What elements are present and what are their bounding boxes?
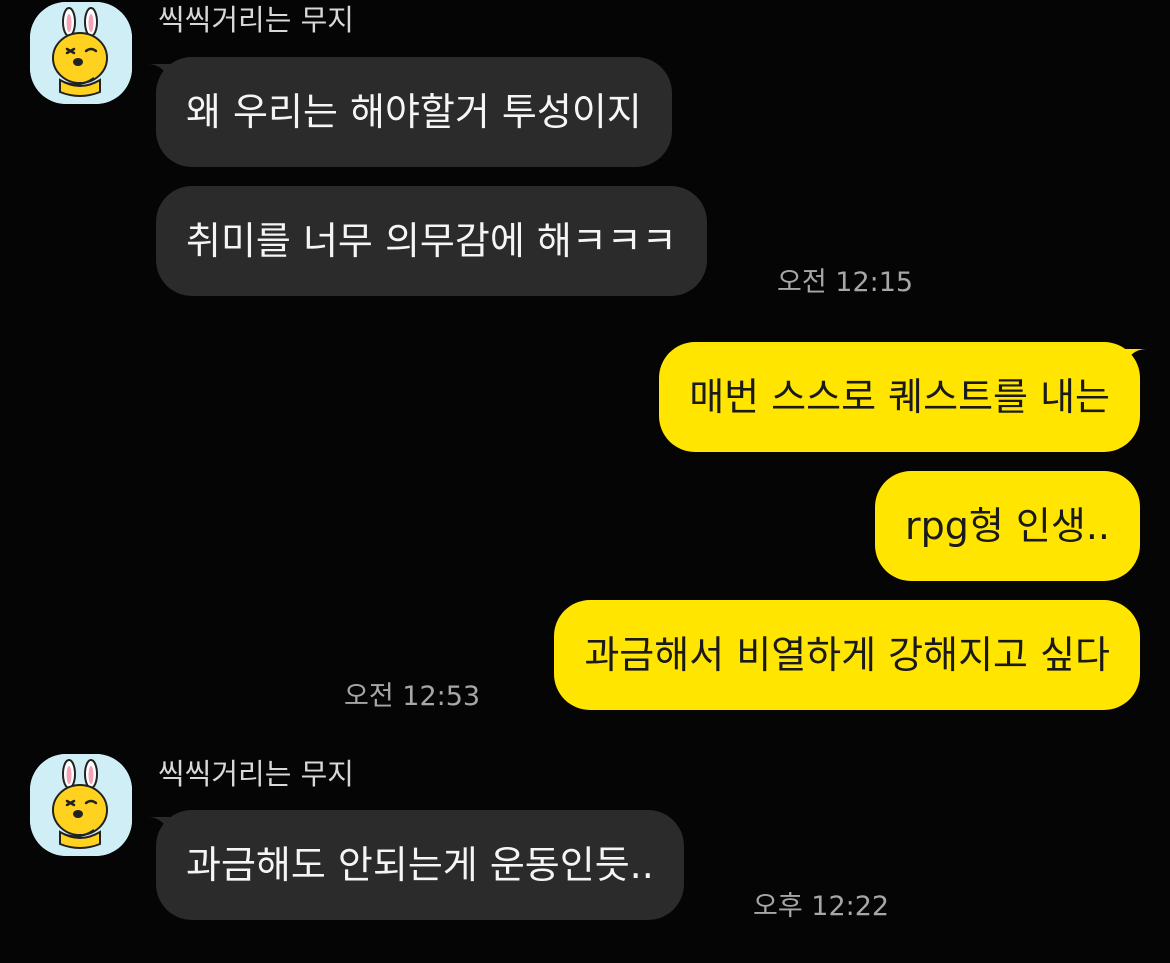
muzi-character-icon bbox=[30, 754, 132, 856]
message-bubble-incoming[interactable]: 과금해도 안되는게 운동인듯.. bbox=[156, 810, 684, 920]
message-timestamp: 오전 12:53 bbox=[344, 681, 481, 712]
sender-name: 씩씩거리는 무지 bbox=[158, 757, 354, 791]
sender-avatar[interactable] bbox=[30, 2, 132, 104]
message-bubble-incoming[interactable]: 취미를 너무 의무감에 해ㅋㅋㅋ bbox=[156, 186, 707, 296]
message-bubble-incoming[interactable]: 왜 우리는 해야할거 투성이지 bbox=[156, 57, 672, 167]
muzi-character-icon bbox=[30, 2, 132, 104]
message-bubble-outgoing[interactable]: 과금해서 비열하게 강해지고 싶다 bbox=[554, 600, 1140, 710]
sender-avatar[interactable] bbox=[30, 754, 132, 856]
message-timestamp: 오전 12:15 bbox=[777, 267, 914, 298]
sender-name: 씩씩거리는 무지 bbox=[158, 3, 354, 37]
message-timestamp: 오후 12:22 bbox=[753, 891, 890, 922]
message-bubble-outgoing[interactable]: 매번 스스로 퀘스트를 내는 bbox=[659, 342, 1140, 452]
message-bubble-outgoing[interactable]: rpg형 인생.. bbox=[875, 471, 1140, 581]
